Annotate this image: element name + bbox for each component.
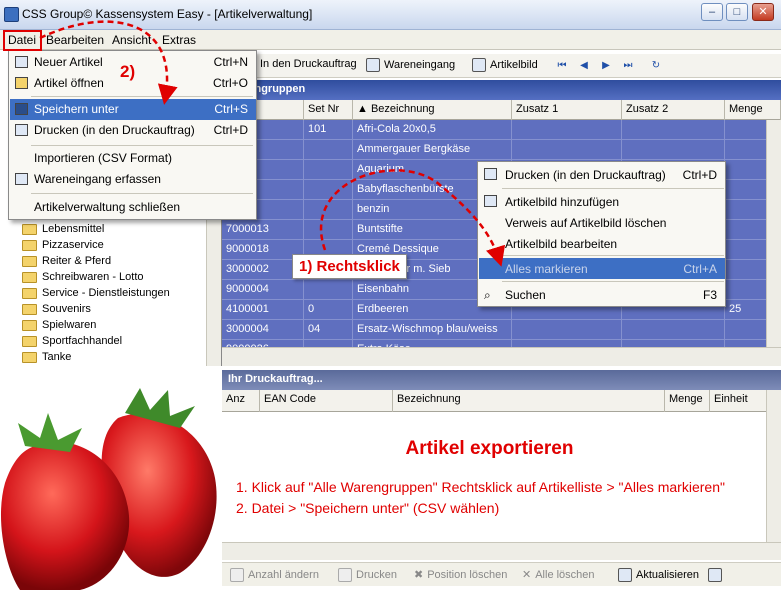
arrow-step2 (39, 20, 178, 105)
arrow-step1 (319, 169, 506, 267)
annotation-arrows (39, 20, 506, 267)
